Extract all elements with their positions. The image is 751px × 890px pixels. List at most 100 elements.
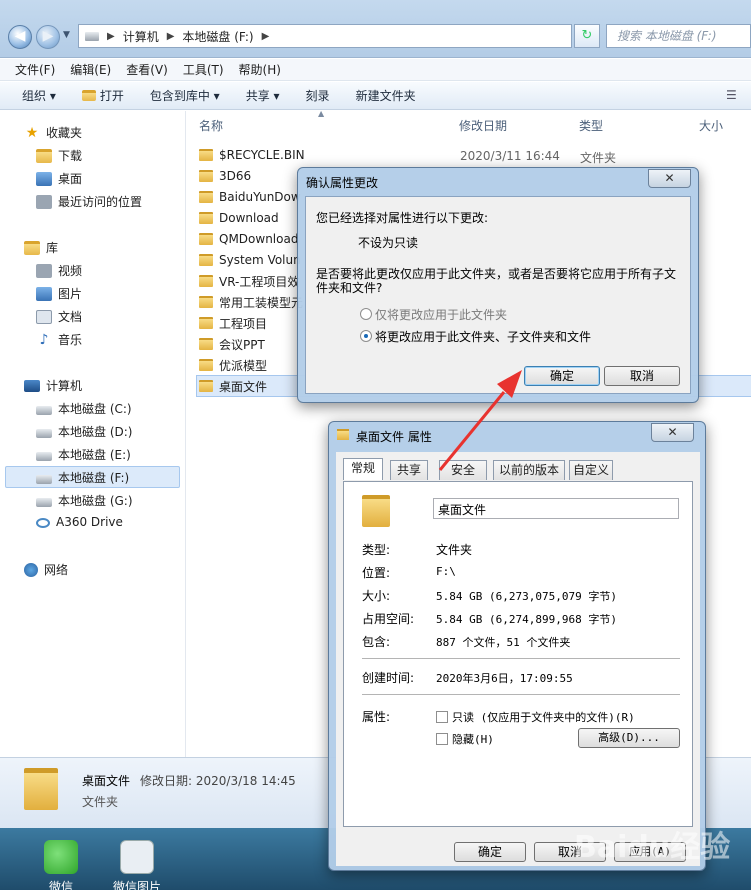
dialog-body: 您已经选择对属性进行以下更改: 不设为只读 是否要将此更改仅应用于此文件夹，或者… — [305, 196, 691, 394]
created-value: 2020年3月6日，17:09:55 — [436, 672, 573, 685]
drive-icon — [85, 31, 99, 41]
search-input[interactable]: 搜索 本地磁盘 (F:) — [606, 24, 751, 48]
sidebar-item-drive-d[interactable]: 本地磁盘 (D:) — [36, 423, 132, 440]
sidebar-computer[interactable]: 计算机 — [24, 377, 82, 394]
wechat-images-shortcut[interactable]: 微信图片 — [107, 840, 167, 890]
menu-file[interactable]: 文件(F) — [15, 61, 55, 78]
divider — [362, 694, 680, 695]
sort-up-icon: ▲ — [318, 109, 325, 118]
list-item[interactable]: $RECYCLE.BIN — [199, 145, 305, 165]
breadcrumb-drive-f[interactable]: 本地磁盘 (F:) — [182, 28, 253, 45]
sidebar-item-drive-g[interactable]: 本地磁盘 (G:) — [36, 492, 133, 509]
cancel-button[interactable]: 取消 — [604, 366, 680, 386]
address-field[interactable]: ▶ 计算机 ▶ 本地磁盘 (F:) ▶ — [78, 24, 572, 48]
sidebar-libraries[interactable]: 库 — [24, 239, 58, 256]
drive-icon — [36, 498, 52, 507]
hidden-label[interactable]: 隐藏(H) — [452, 731, 494, 747]
folder-icon — [199, 275, 213, 287]
dialog-body: 常规 共享 安全 以前的版本 自定义 桌面文件 类型: 文件夹 位置: F:\ … — [336, 452, 700, 866]
folder-name-input[interactable]: 桌面文件 — [433, 498, 679, 519]
option-this-folder-only[interactable]: 仅将更改应用于此文件夹 — [375, 306, 507, 323]
sidebar-item-drive-e[interactable]: 本地磁盘 (E:) — [36, 446, 131, 463]
size-on-disk-label: 占用空间: — [362, 612, 415, 626]
breadcrumb-separator-icon: ▶ — [166, 30, 175, 42]
sidebar-item-downloads[interactable]: 下载 — [36, 147, 82, 164]
menu-edit[interactable]: 编辑(E) — [70, 61, 111, 78]
created-label: 创建时间: — [362, 671, 415, 685]
tab-previous-versions[interactable]: 以前的版本 — [493, 460, 565, 480]
share-button[interactable]: 共享 ▾ — [246, 87, 280, 104]
tab-security[interactable]: 安全 — [439, 460, 487, 480]
column-type[interactable]: 类型 — [579, 117, 603, 134]
sidebar-item-desktop[interactable]: 桌面 — [36, 170, 82, 187]
list-item[interactable]: 3D66 — [199, 166, 251, 186]
tab-customize[interactable]: 自定义 — [569, 460, 613, 480]
large-folder-icon — [362, 495, 390, 527]
sidebar-item-drive-f[interactable]: 本地磁盘 (F:) — [36, 469, 129, 486]
open-button[interactable]: 打开 — [81, 87, 124, 104]
list-item-selected[interactable]: 桌面文件 — [199, 376, 267, 396]
sidebar-item-documents[interactable]: 文档 — [36, 308, 82, 325]
contains-value: 887 个文件，51 个文件夹 — [436, 636, 571, 649]
include-in-library-button[interactable]: 包含到库中 ▾ — [150, 87, 220, 104]
ok-button[interactable]: 确定 — [454, 842, 526, 862]
sidebar-item-recent[interactable]: 最近访问的位置 — [36, 193, 142, 210]
sidebar-item-a360[interactable]: A360 Drive — [36, 515, 123, 529]
readonly-checkbox[interactable] — [436, 711, 448, 723]
option-apply-recursive[interactable]: 将更改应用于此文件夹、子文件夹和文件 — [375, 328, 591, 345]
column-name[interactable]: 名称 — [199, 117, 223, 134]
sidebar-favorites[interactable]: ★ 收藏夹 — [24, 124, 82, 141]
close-button[interactable]: ✕ — [651, 423, 694, 442]
organize-button[interactable]: 组织 ▾ — [22, 87, 56, 104]
list-item[interactable]: 优派模型 — [199, 355, 267, 375]
list-item[interactable]: QMDownload — [199, 229, 298, 249]
wechat-shortcut[interactable]: 微信 — [31, 840, 91, 890]
menu-view[interactable]: 查看(V) — [126, 61, 168, 78]
history-dropdown-icon[interactable]: ▼ — [63, 30, 70, 40]
navigation-pane: ★ 收藏夹 下载 桌面 最近访问的位置 库 视频 图片 文档 ♪ 音乐 计算机 本地… — [0, 111, 186, 757]
sidebar-network[interactable]: 网络 — [24, 561, 68, 578]
burn-button[interactable]: 刻录 — [306, 87, 330, 104]
documents-icon — [36, 309, 52, 324]
refresh-icon[interactable]: ↻ — [574, 24, 600, 48]
sidebar-item-pictures[interactable]: 图片 — [36, 285, 82, 302]
forward-button[interactable]: ▶ — [36, 25, 60, 49]
hidden-checkbox[interactable] — [436, 733, 448, 745]
back-button[interactable]: ◀ — [8, 25, 32, 49]
advanced-button[interactable]: 高级(D)... — [578, 728, 680, 748]
list-item[interactable]: 会议PPT — [199, 334, 265, 354]
sidebar-item-drive-c[interactable]: 本地磁盘 (C:) — [36, 400, 132, 417]
ok-button[interactable]: 确定 — [524, 366, 600, 386]
list-item[interactable]: 工程项目 — [199, 313, 267, 333]
close-button[interactable]: ✕ — [648, 169, 691, 188]
column-date[interactable]: 修改日期 — [459, 117, 507, 134]
view-options-icon[interactable]: ☰ — [726, 88, 737, 102]
change-description: 不设为只读 — [358, 236, 419, 250]
tab-sharing[interactable]: 共享 — [390, 460, 428, 480]
locked-folder-icon — [199, 254, 213, 266]
list-item[interactable]: BaiduYunDow — [199, 187, 301, 207]
folder-open-icon — [81, 90, 96, 101]
divider — [362, 658, 680, 659]
menu-help[interactable]: 帮助(H) — [239, 61, 281, 78]
desktop-icon — [36, 171, 52, 186]
tab-general[interactable]: 常规 — [343, 458, 383, 480]
list-item[interactable]: System Volun — [199, 250, 301, 270]
list-item[interactable]: 常用工装模型元 — [199, 292, 303, 312]
library-icon — [24, 240, 40, 255]
sidebar-item-music[interactable]: ♪ 音乐 — [36, 331, 82, 348]
location-value: F:\ — [436, 565, 456, 578]
breadcrumb-computer[interactable]: 计算机 — [123, 28, 159, 45]
menu-tools[interactable]: 工具(T) — [183, 61, 224, 78]
readonly-label[interactable]: 只读 (仅应用于文件夹中的文件)(R) — [452, 709, 635, 725]
sidebar-item-videos[interactable]: 视频 — [36, 262, 82, 279]
folder-icon — [199, 338, 213, 350]
attributes-label: 属性: — [362, 710, 391, 724]
radio-apply-recursive[interactable] — [360, 330, 372, 342]
list-item[interactable]: Download — [199, 208, 279, 228]
new-folder-button[interactable]: 新建文件夹 — [356, 87, 416, 104]
radio-this-folder-only[interactable] — [360, 308, 372, 320]
list-item[interactable]: VR-工程项目效 — [199, 271, 299, 291]
column-size[interactable]: 大小 — [699, 117, 723, 134]
large-folder-icon — [24, 768, 58, 810]
